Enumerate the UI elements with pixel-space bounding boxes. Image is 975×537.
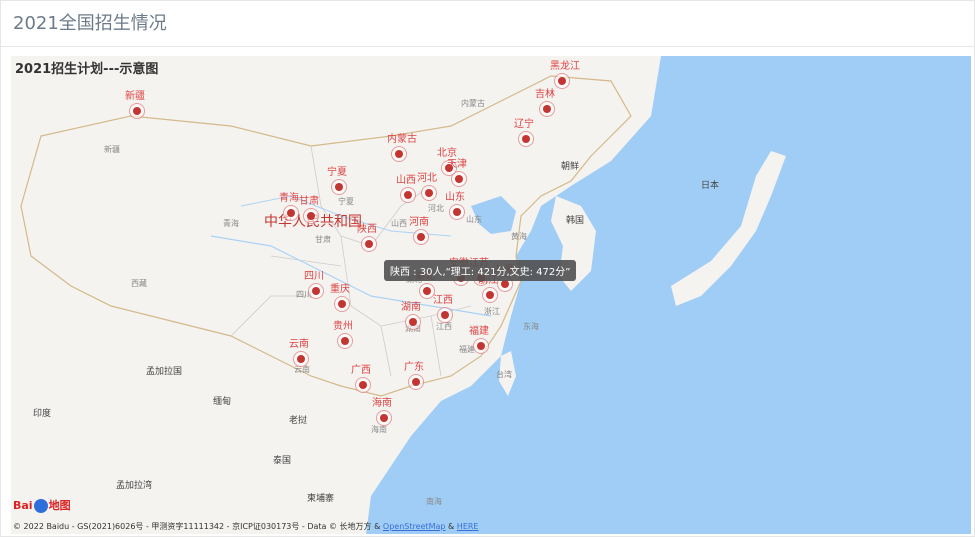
marker-label: 青海 [279,193,299,204]
marker-label: 江西 [433,295,453,306]
country-name-label: 朝鲜 [561,162,580,172]
sea-area [366,56,971,534]
country-name-label: 印度 [33,409,52,419]
place-label: 甘肃 [315,235,331,244]
copyright-amp: & [448,522,455,531]
marker-label: 甘肃 [299,196,319,207]
marker-label: 海南 [372,398,392,409]
marker-label: 云南 [289,339,309,350]
marker-label: 天津 [447,159,467,170]
country-name-label: 柬埔寨 [307,494,335,504]
here-link[interactable]: HERE [457,522,479,531]
country-name-label: 日本 [701,181,720,191]
place-label: 黄海 [511,232,527,241]
marker-label: 湖南 [401,302,421,313]
baidu-map-logo[interactable]: Bai 地图 [13,497,71,513]
marker-label: 山西 [396,175,416,186]
place-label: 浙江 [484,307,500,316]
paw-icon [33,499,48,513]
place-label: 台湾 [496,370,512,379]
place-label: 河北 [428,204,444,213]
panel-divider [1,46,974,47]
marker-label: 山东 [445,192,465,203]
country-name-label: 老挝 [289,416,308,426]
marker-label: 广西 [351,365,371,376]
marker-label: 广东 [404,362,424,373]
marker-label: 内蒙古 [387,134,417,145]
place-label: 青海 [223,219,239,228]
marker-label: 新疆 [125,91,145,102]
place-label: 山西 [391,219,407,228]
place-label: 南海 [426,497,442,506]
country-name-label: 泰国 [273,456,292,466]
place-label: 山东 [466,215,482,224]
marker-label: 宁夏 [327,167,347,178]
country-name-label: 孟加拉国 [146,367,183,377]
marker-label: 吉林 [535,89,555,100]
panel: 2021全国招生情况 2021招生计划---示意图 中华人民共和国 内蒙古 新疆… [0,0,975,537]
osm-link[interactable]: OpenStreetMap [383,522,446,531]
map-tooltip: 陕西 : 30人,“理工: 421分,文史: 472分” [384,260,577,281]
marker-label: 河北 [417,173,437,184]
logo-suffix: 地图 [48,499,71,512]
marker-label: 陕西 [357,224,377,235]
map-copyright: © 2022 Baidu - GS(2021)6026号 - 甲测资字11111… [13,521,478,532]
marker-label: 贵州 [333,321,353,332]
map-view[interactable]: 2021招生计划---示意图 中华人民共和国 内蒙古 新疆 宁夏 甘肃 青海 西… [11,56,971,534]
marker-label: 黑龙江 [550,61,580,72]
country-name-label: 孟加拉湾 [116,481,153,491]
place-label: 内蒙古 [461,99,485,108]
marker-label: 四川 [304,271,324,282]
logo-text: Bai [13,499,33,512]
place-label: 西藏 [131,279,147,288]
map-title: 2021招生计划---示意图 [15,62,159,77]
place-label: 新疆 [104,145,120,154]
place-label: 东海 [523,322,539,331]
copyright-text: © 2022 Baidu - GS(2021)6026号 - 甲测资字11111… [13,522,381,531]
marker-label: 河南 [409,217,429,228]
marker-label: 重庆 [330,284,350,295]
panel-title: 2021全国招生情况 [13,13,167,34]
country-name-label: 韩国 [566,216,585,226]
place-label: 宁夏 [338,197,354,206]
marker-label: 福建 [469,326,489,337]
marker-label: 辽宁 [514,119,534,130]
country-name-label: 缅甸 [213,397,232,407]
